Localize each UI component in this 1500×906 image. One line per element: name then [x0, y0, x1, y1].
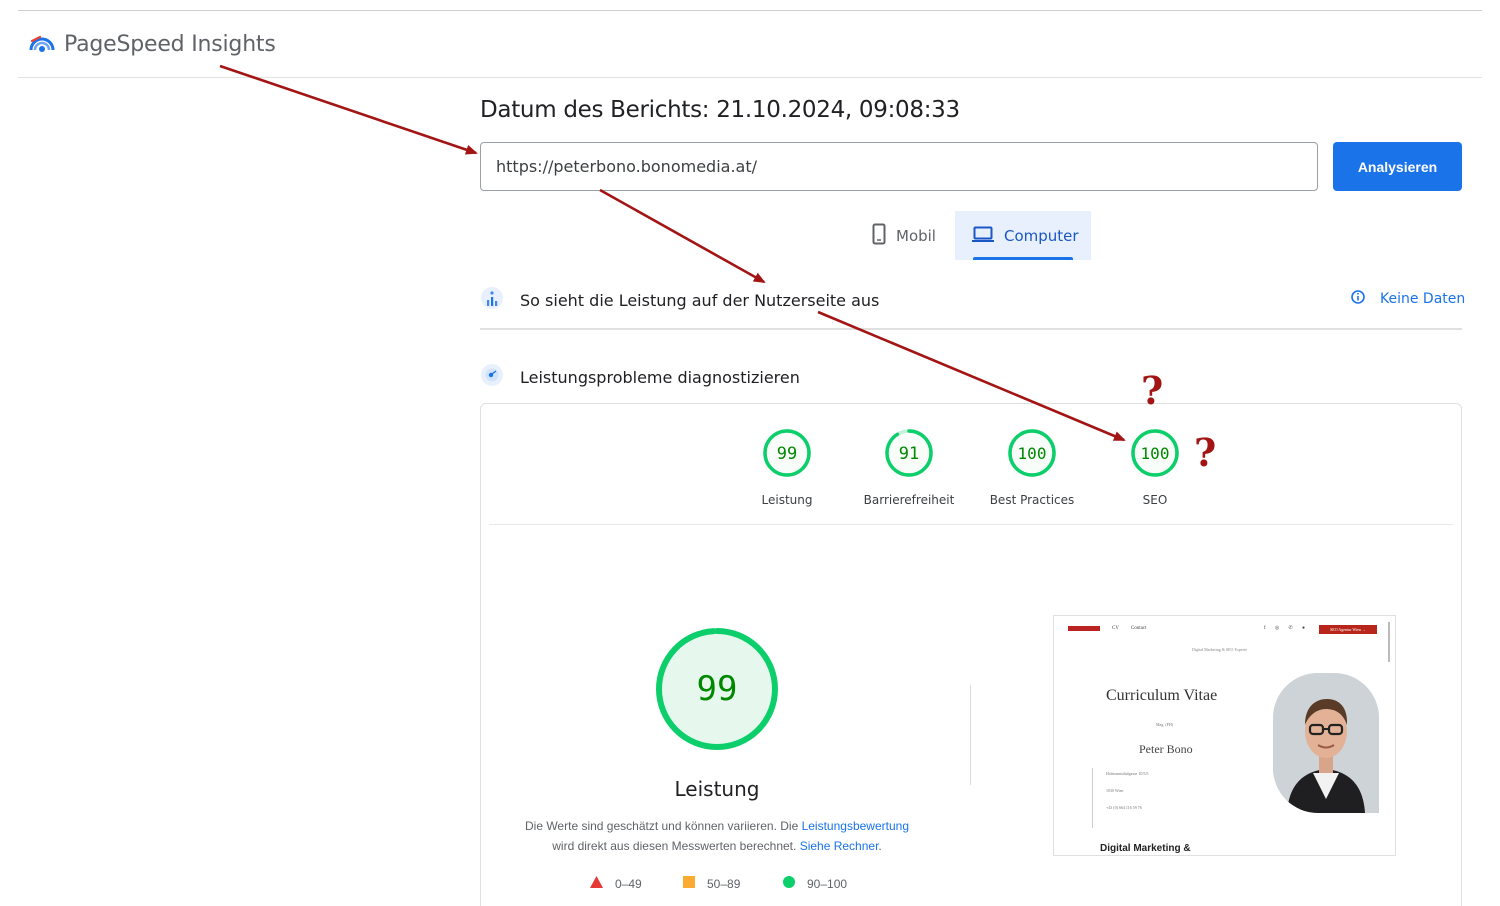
- legend-label: 0–49: [615, 876, 642, 891]
- circle-icon: [783, 876, 795, 891]
- performance-gauge: 99: [654, 626, 780, 757]
- score-label: Leistung: [761, 493, 813, 507]
- desc-text-2: wird direkt aus diesen Messwerten berech…: [552, 839, 800, 853]
- analyze-button[interactable]: Analysieren: [1333, 142, 1462, 191]
- calculator-link[interactable]: Siehe Rechner: [800, 839, 879, 853]
- score-value: 91: [899, 444, 919, 464]
- tab-computer[interactable]: Computer: [955, 211, 1091, 260]
- performance-description: Die Werte sind geschätzt und können vari…: [500, 816, 934, 856]
- app-title: PageSpeed Insights: [64, 32, 276, 57]
- field-data-section[interactable]: So sieht die Leistung auf der Nutzerseit…: [480, 284, 879, 316]
- performance-score: 99: [697, 669, 738, 709]
- square-icon: [683, 876, 695, 891]
- preview-rule: [1092, 768, 1093, 828]
- preview-nav-cv: CV: [1112, 626, 1119, 631]
- app-logo[interactable]: PageSpeed Insights: [28, 28, 276, 61]
- tab-mobile[interactable]: Mobil: [855, 211, 953, 260]
- gauge-ring: 91: [885, 429, 933, 477]
- field-data-title: So sieht die Leistung auf der Nutzerseit…: [520, 290, 880, 310]
- preview-cta-button: SEO Agentur Wien →: [1319, 625, 1377, 634]
- preview-nav: CV Contact: [1068, 626, 1147, 631]
- url-input[interactable]: [480, 142, 1318, 191]
- portrait-photo: [1273, 673, 1379, 813]
- score-gauge-barrierefreiheit[interactable]: 91 Barrierefreiheit: [849, 427, 969, 507]
- score-label: Barrierefreiheit: [863, 493, 955, 507]
- preview-phone: +43 (0) 664 116 59 76: [1106, 805, 1142, 810]
- legend-average: 50–89: [683, 876, 740, 891]
- score-gauge-best-practices[interactable]: 100 Best Practices: [972, 427, 1092, 507]
- no-data-label: Keine Daten: [1380, 291, 1466, 307]
- vertical-divider: [970, 685, 971, 785]
- page-preview-screenshot[interactable]: CV Contact f ◎ ✆ ● SEO Agentur Wien → Di…: [1053, 615, 1396, 856]
- diagnose-title: Leistungsprobleme diagnostizieren: [520, 367, 800, 387]
- score-label: Best Practices: [989, 493, 1075, 507]
- preview-social-icons: f ◎ ✆ ●: [1264, 626, 1309, 631]
- legend-label: 90–100: [807, 876, 848, 891]
- score-label: SEO: [1142, 493, 1168, 507]
- section-divider: [480, 328, 1462, 330]
- arrow-url-to-field-data: [599, 188, 766, 284]
- no-data-status[interactable]: Keine Daten: [1350, 289, 1465, 309]
- preview-name: Peter Bono: [1139, 742, 1193, 756]
- pagespeed-logo-icon: [28, 28, 56, 61]
- info-icon: [1350, 289, 1366, 309]
- legend-label: 50–89: [707, 876, 741, 891]
- preview-tagline: Digital Marketing & SEO Experte: [1192, 647, 1247, 652]
- preview-address-2: 1030 Wien: [1106, 788, 1124, 793]
- performance-score-link[interactable]: Leistungsbewertung: [802, 819, 909, 833]
- performance-title: Leistung: [674, 777, 760, 801]
- preview-footer-heading: Digital Marketing &: [1100, 843, 1191, 854]
- report-date: Datum des Berichts: 21.10.2024, 09:08:33: [480, 97, 960, 123]
- laptop-icon: [972, 226, 994, 246]
- preview-address-1: Hofmannsthalgasse 10/5/5: [1106, 771, 1149, 776]
- triangle-icon: [590, 876, 603, 891]
- score-gauge-leistung[interactable]: 99 Leistung: [727, 427, 847, 507]
- desc-text-1: Die Werte sind geschätzt und können vari…: [524, 819, 802, 833]
- tab-selected-indicator: [973, 257, 1073, 260]
- legend-pass: 90–100: [783, 876, 847, 891]
- score-value: 100: [1141, 444, 1170, 463]
- tab-computer-label: Computer: [1004, 226, 1079, 245]
- top-divider: [18, 10, 1482, 11]
- header-divider: [18, 77, 1482, 78]
- score-value: 100: [1018, 444, 1047, 463]
- diagnose-section: Leistungsprobleme diagnostizieren: [480, 361, 800, 393]
- arrow-logo-to-url: [219, 64, 478, 155]
- gauge-ring: 100: [1131, 429, 1179, 477]
- phone-icon: [872, 223, 886, 249]
- preview-nav-contact: Contact: [1130, 626, 1147, 631]
- gauge-ring: 100: [1008, 429, 1056, 477]
- preview-degree: Mag. (FH): [1156, 722, 1174, 727]
- score-value: 99: [777, 444, 797, 464]
- panel-divider: [489, 524, 1453, 525]
- desc-text-3: .: [878, 839, 882, 853]
- diagnose-icon: [480, 361, 504, 393]
- pagespeed-report-page: PageSpeed Insights Datum des Berichts: 2…: [0, 0, 1500, 906]
- preview-scrollbar: [1388, 622, 1390, 662]
- field-data-icon: [480, 284, 504, 316]
- tab-mobile-label: Mobil: [896, 226, 936, 245]
- gauge-ring: 99: [763, 429, 811, 477]
- question-mark-annotation: ?: [1141, 368, 1164, 413]
- question-mark-annotation: ?: [1194, 430, 1217, 475]
- preview-heading: Curriculum Vitae: [1106, 687, 1218, 704]
- legend-fail: 0–49: [590, 876, 642, 891]
- preview-logo: [1068, 626, 1100, 631]
